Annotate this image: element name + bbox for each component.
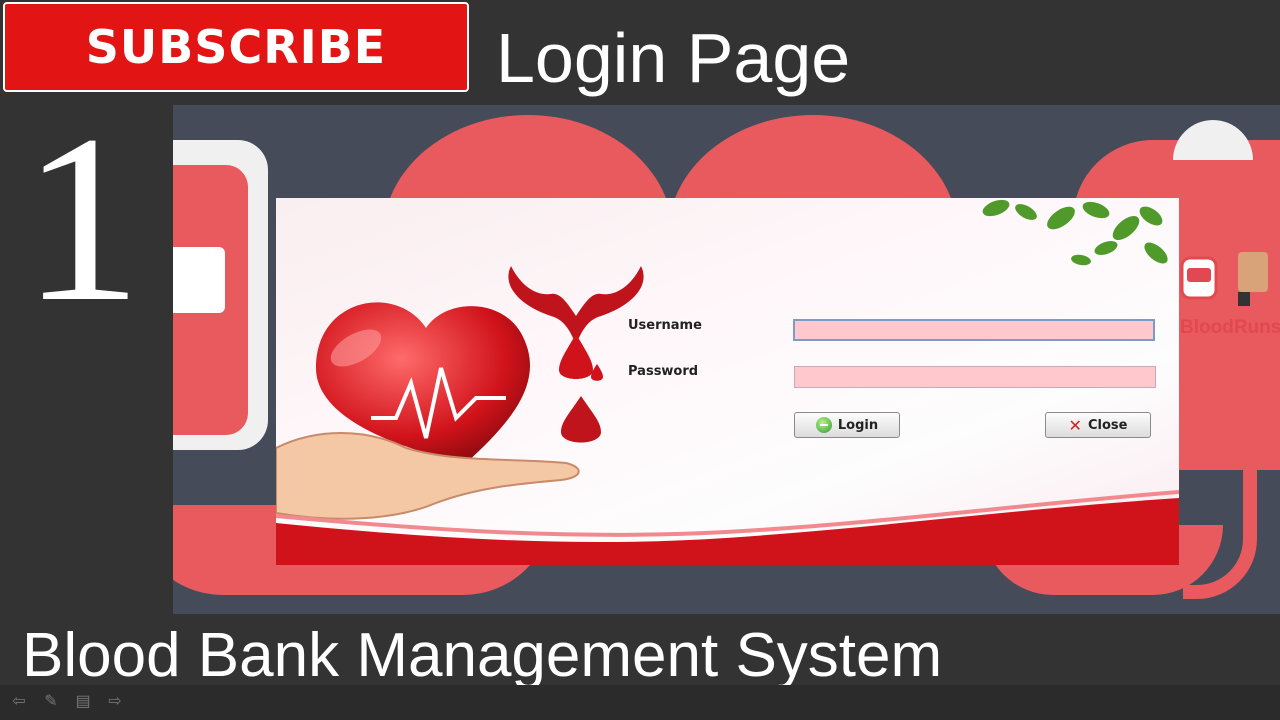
previous-arrow-icon[interactable]: ⇦	[8, 691, 30, 713]
close-icon: ✕	[1068, 415, 1082, 435]
password-input[interactable]	[794, 366, 1156, 388]
slideshow-toolbar: ⇦ ✎ ▤ ⇨	[0, 685, 1280, 720]
footer-wave	[276, 490, 1179, 565]
pen-icon[interactable]: ✎	[40, 691, 62, 713]
close-button-label: Close	[1087, 417, 1128, 433]
password-label: Password	[628, 364, 699, 379]
subscribe-button[interactable]: SUBSCRIBE	[3, 2, 469, 92]
slides-menu-icon[interactable]: ▤	[72, 691, 94, 713]
leaves-icon	[982, 199, 1168, 266]
username-label: Username	[628, 318, 702, 333]
login-button[interactable]: Login	[794, 412, 900, 438]
blood-drop-icon	[508, 266, 644, 443]
page-title: Login Page	[496, 19, 851, 97]
brand-logo-icon	[1180, 252, 1268, 306]
brand-name: BloodRuns	[1180, 317, 1280, 338]
blood-bag-right-cap	[1173, 120, 1253, 160]
blood-bag-left-label	[173, 247, 225, 313]
episode-number: 1	[22, 85, 142, 351]
close-button[interactable]: ✕ Close	[1045, 412, 1151, 438]
login-window: Username Password Login ✕ Close	[276, 198, 1179, 565]
login-button-label: Login	[837, 417, 879, 433]
next-arrow-icon[interactable]: ⇨	[104, 691, 126, 713]
login-icon	[815, 417, 832, 433]
series-title: Blood Bank Management System	[22, 621, 943, 690]
username-input[interactable]	[793, 319, 1155, 341]
